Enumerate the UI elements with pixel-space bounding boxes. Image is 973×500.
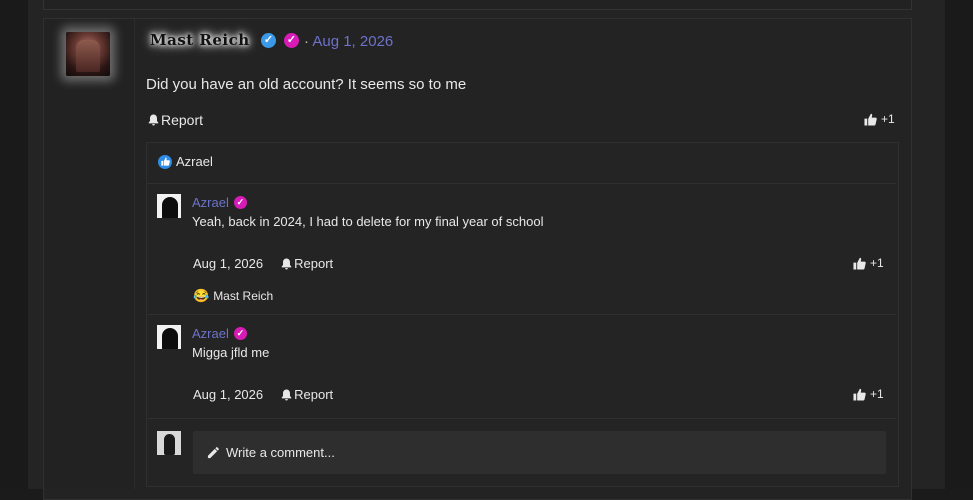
thumbs-up-icon [853, 388, 866, 401]
bell-icon [281, 258, 292, 269]
comment-avatar[interactable] [157, 194, 181, 218]
like-reaction-icon [158, 154, 172, 169]
comment-like-count: +1 [870, 387, 884, 401]
post-report-button[interactable]: Report [148, 112, 203, 128]
premium-badge-icon: ✓ [284, 33, 299, 48]
comment-like-button[interactable]: +1 [853, 256, 884, 270]
post-date[interactable]: · Aug 1, 2026 [304, 33, 393, 50]
date-separator: · [304, 33, 309, 50]
comment-report-button[interactable]: Report [281, 256, 333, 271]
comment-meta: Aug 1, 2026 Report [193, 387, 333, 402]
post-report-label: Report [161, 112, 204, 128]
current-user-avatar [157, 431, 181, 455]
write-comment-label: Write a comment... [226, 445, 335, 460]
comment-report-button[interactable]: Report [281, 387, 333, 402]
reactor-name: Azrael [176, 154, 213, 169]
comment-reactions[interactable]: 😂 Mast Reich [193, 288, 273, 304]
reactor-name: Mast Reich [213, 289, 274, 303]
divider [147, 314, 896, 315]
comment-author[interactable]: Azrael ✓ [192, 326, 247, 341]
comment-avatar[interactable] [157, 325, 181, 349]
premium-badge-icon: ✓ [233, 327, 247, 340]
post-reactions[interactable]: Azrael [158, 154, 213, 169]
comment-author-name[interactable]: Azrael [192, 195, 229, 210]
comment-report-label: Report [294, 256, 334, 271]
laughing-emoji-icon: 😂 [193, 288, 210, 303]
page-background-left [0, 0, 28, 489]
page-background-right [945, 0, 973, 489]
divider [147, 183, 896, 184]
bell-icon [148, 114, 159, 126]
post-like-count: +1 [881, 112, 895, 126]
post-date-link[interactable]: Aug 1, 2026 [312, 33, 393, 50]
avatar-silhouette [162, 197, 178, 218]
comment-report-label: Report [294, 387, 334, 402]
write-comment-button[interactable]: Write a comment... [193, 431, 886, 474]
comment-text: Yeah, back in 2024, I had to delete for … [192, 214, 544, 229]
avatar-figure [76, 40, 100, 72]
verified-badge-icon: ✓ [261, 33, 276, 48]
author-avatar[interactable] [66, 32, 110, 76]
avatar-silhouette [164, 434, 175, 455]
thumbs-up-icon [864, 113, 877, 126]
avatar-silhouette [162, 328, 178, 349]
comment-text: Migga jfld me [192, 345, 270, 360]
comment-like-count: +1 [870, 256, 884, 270]
divider [147, 418, 896, 419]
post-like-button[interactable]: +1 [864, 112, 895, 126]
comment-date-link[interactable]: Aug 1, 2026 [193, 256, 263, 271]
comment-author[interactable]: Azrael ✓ [192, 195, 247, 210]
bell-icon [281, 389, 292, 400]
comment-date-link[interactable]: Aug 1, 2026 [193, 387, 263, 402]
pencil-icon [207, 447, 219, 459]
author-name-link[interactable]: Mast Reich [150, 31, 250, 49]
premium-badge-icon: ✓ [233, 196, 247, 209]
thumbs-up-icon [853, 257, 866, 270]
previous-post-edge [43, 0, 912, 10]
comment-like-button[interactable]: +1 [853, 387, 884, 401]
comment-meta: Aug 1, 2026 Report [193, 256, 333, 271]
post-body-text: Did you have an old account? It seems so… [146, 76, 467, 93]
comment-author-name[interactable]: Azrael [192, 326, 229, 341]
post-author-column [44, 19, 135, 489]
